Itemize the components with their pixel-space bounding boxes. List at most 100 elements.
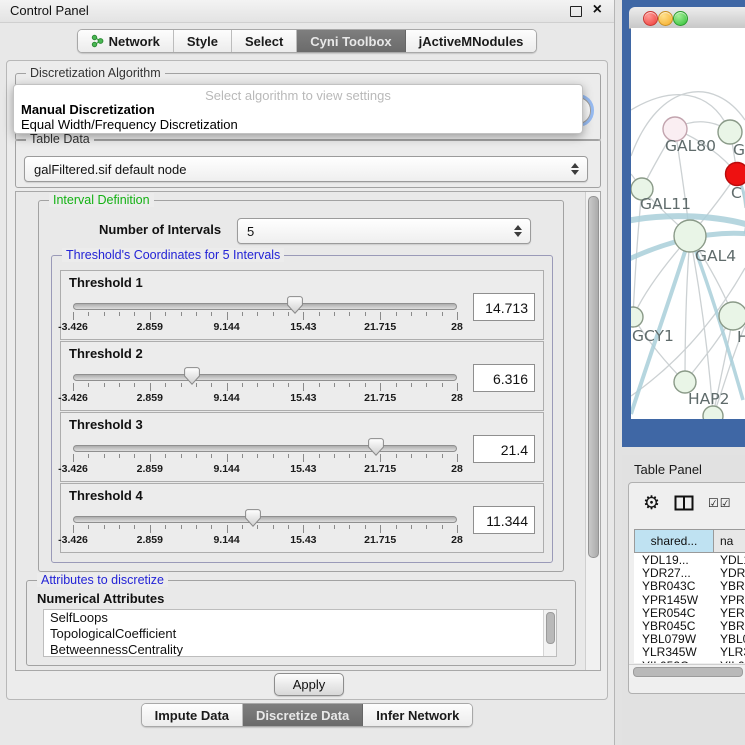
close-icon[interactable]: × xyxy=(593,1,602,19)
minimize-light-icon[interactable] xyxy=(658,11,673,26)
cell-name[interactable]: YBR0 xyxy=(714,579,745,592)
cyni-toolbox-content: Discretization Algorithm Select algorith… xyxy=(6,60,608,700)
number-of-intervals-combobox[interactable]: 5 xyxy=(237,218,531,244)
bottom-tab-infer-network[interactable]: Infer Network xyxy=(363,704,472,726)
network-canvas[interactable]: GAL80G.CGAL11GAL4GCY1HHAP2 xyxy=(631,28,745,419)
threshold-slider[interactable]: -3.4262.8599.14415.4321.71528 xyxy=(73,299,457,333)
scrollbar-thumb[interactable] xyxy=(588,196,599,558)
node-label: GAL11 xyxy=(640,195,691,213)
slider-thumb[interactable] xyxy=(287,296,303,314)
list-item[interactable]: TopologicalCoefficient xyxy=(44,626,556,642)
slider-track[interactable] xyxy=(73,516,457,523)
slider-tick-labels: -3.4262.8599.14415.4321.71528 xyxy=(73,392,457,403)
node-label: G. xyxy=(733,141,745,159)
tab-label: Style xyxy=(187,34,218,49)
cell-shared-name[interactable]: YBL079W xyxy=(634,632,714,645)
slider-thumb[interactable] xyxy=(184,367,200,385)
float-window-icon[interactable] xyxy=(570,6,582,17)
table-toolbar: ⚙ ☑☑ xyxy=(629,483,745,523)
slider-track[interactable] xyxy=(73,374,457,381)
numerical-attributes-list[interactable]: SelfLoopsTopologicalCoefficientBetweenne… xyxy=(43,609,557,657)
column-header-shared-name[interactable]: shared... xyxy=(634,529,714,553)
checkboxes-icon[interactable]: ☑☑ xyxy=(708,496,732,510)
slider-track[interactable] xyxy=(73,445,457,452)
list-scrollbar[interactable] xyxy=(543,610,556,656)
bottom-tab-discretize-data[interactable]: Discretize Data xyxy=(243,704,363,726)
cell-name[interactable]: YDR2 xyxy=(714,566,745,579)
cell-name[interactable]: YLR3 xyxy=(714,645,745,658)
split-columns-icon[interactable] xyxy=(674,495,694,511)
apply-button[interactable]: Apply xyxy=(274,673,344,696)
cell-shared-name[interactable]: YIL052C xyxy=(634,659,714,664)
zoom-light-icon[interactable] xyxy=(673,11,688,26)
table-row[interactable]: YDR27...YDR2 xyxy=(634,566,745,579)
network-node[interactable] xyxy=(719,302,745,330)
tab-style[interactable]: Style xyxy=(174,30,232,52)
cell-name[interactable]: YPR1 xyxy=(714,593,745,606)
table-row[interactable]: YDL19...YDL1 xyxy=(634,553,745,566)
slider-ticks xyxy=(73,312,457,321)
attributes-group-title: Attributes to discretize xyxy=(37,573,168,587)
bottom-tab-impute-data[interactable]: Impute Data xyxy=(142,704,243,726)
threshold-value-field[interactable]: 11.344 xyxy=(473,506,535,534)
network-window-titlebar[interactable] xyxy=(629,7,745,29)
cell-shared-name[interactable]: YPR145W xyxy=(634,593,714,606)
threshold-slider[interactable]: -3.4262.8599.14415.4321.71528 xyxy=(73,370,457,404)
network-node[interactable] xyxy=(726,163,745,186)
table-row[interactable]: YPR145WYPR1 xyxy=(634,593,745,606)
cell-name[interactable]: YBL0 xyxy=(714,632,745,645)
cell-shared-name[interactable]: YDR27... xyxy=(634,566,714,579)
bottom-tab-label: Infer Network xyxy=(376,708,459,723)
list-item[interactable]: SelfLoops xyxy=(44,610,556,626)
algorithm-dropdown-popup: Select algorithm to view settings Manual… xyxy=(13,84,583,134)
scrollbar-thumb[interactable] xyxy=(546,612,555,644)
cell-shared-name[interactable]: YDL19... xyxy=(634,553,714,566)
table-row[interactable]: YLR345WYLR3 xyxy=(634,645,745,658)
cell-name[interactable]: YBR0 xyxy=(714,619,745,632)
cell-shared-name[interactable]: YBR045C xyxy=(634,619,714,632)
column-header-name[interactable]: na xyxy=(714,529,745,553)
scrollbar-thumb[interactable] xyxy=(633,667,743,677)
tab-select[interactable]: Select xyxy=(232,30,297,52)
threshold-slider[interactable]: -3.4262.8599.14415.4321.71528 xyxy=(73,441,457,475)
table-row[interactable]: YBR043CYBR0 xyxy=(634,579,745,592)
threshold-value-field[interactable]: 6.316 xyxy=(473,364,535,392)
slider-thumb[interactable] xyxy=(368,438,384,456)
table-row[interactable]: YBR045CYBR0 xyxy=(634,619,745,632)
slider-ticks xyxy=(73,525,457,534)
threshold-value-field[interactable]: 21.4 xyxy=(473,435,535,463)
slider-thumb[interactable] xyxy=(245,509,261,527)
table-row[interactable]: YBL079WYBL0 xyxy=(634,632,745,645)
vertical-scrollbar[interactable] xyxy=(585,192,600,670)
tab-cyni-toolbox[interactable]: Cyni Toolbox xyxy=(297,30,405,52)
tab-label: Select xyxy=(245,34,283,49)
network-node[interactable] xyxy=(631,307,643,327)
tab-jactivemnodules[interactable]: jActiveMNodules xyxy=(406,30,537,52)
cell-shared-name[interactable]: YLR345W xyxy=(634,645,714,658)
table-row[interactable]: YER054CYER0 xyxy=(634,606,745,619)
cell-name[interactable]: YER0 xyxy=(714,606,745,619)
cell-name[interactable]: YDL1 xyxy=(714,553,745,566)
gear-icon[interactable]: ⚙ xyxy=(643,494,660,513)
cell-name[interactable]: YIL0 xyxy=(714,659,745,664)
cell-shared-name[interactable]: YBR043C xyxy=(634,579,714,592)
threshold-label: Threshold 4 xyxy=(69,488,143,503)
threshold-value-field[interactable]: 14.713 xyxy=(473,293,535,321)
algorithm-option-manual[interactable]: Manual Discretization xyxy=(21,102,155,117)
tab-network[interactable]: Network xyxy=(78,30,174,52)
tab-label: Network xyxy=(109,34,160,49)
threshold-slider[interactable]: -3.4262.8599.14415.4321.71528 xyxy=(73,512,457,546)
algorithm-option-equal-width[interactable]: Equal Width/Frequency Discretization xyxy=(21,117,238,132)
list-item[interactable]: BetweennessCentrality xyxy=(44,642,556,657)
close-light-icon[interactable] xyxy=(643,11,658,26)
threshold-panel: Threshold 1-3.4262.8599.14415.4321.71528… xyxy=(60,270,544,340)
slider-track[interactable] xyxy=(73,303,457,310)
cell-shared-name[interactable]: YER054C xyxy=(634,606,714,619)
table-data-combobox[interactable]: galFiltered.sif default node xyxy=(24,156,588,182)
table-row[interactable]: YIL052CYIL0 xyxy=(634,659,745,664)
network-icon xyxy=(91,34,104,48)
horizontal-scrollbar[interactable] xyxy=(629,664,745,678)
node-label: GCY1 xyxy=(632,327,674,345)
slider-tick-labels: -3.4262.8599.14415.4321.71528 xyxy=(73,321,457,332)
table-header: shared... na xyxy=(634,529,745,553)
